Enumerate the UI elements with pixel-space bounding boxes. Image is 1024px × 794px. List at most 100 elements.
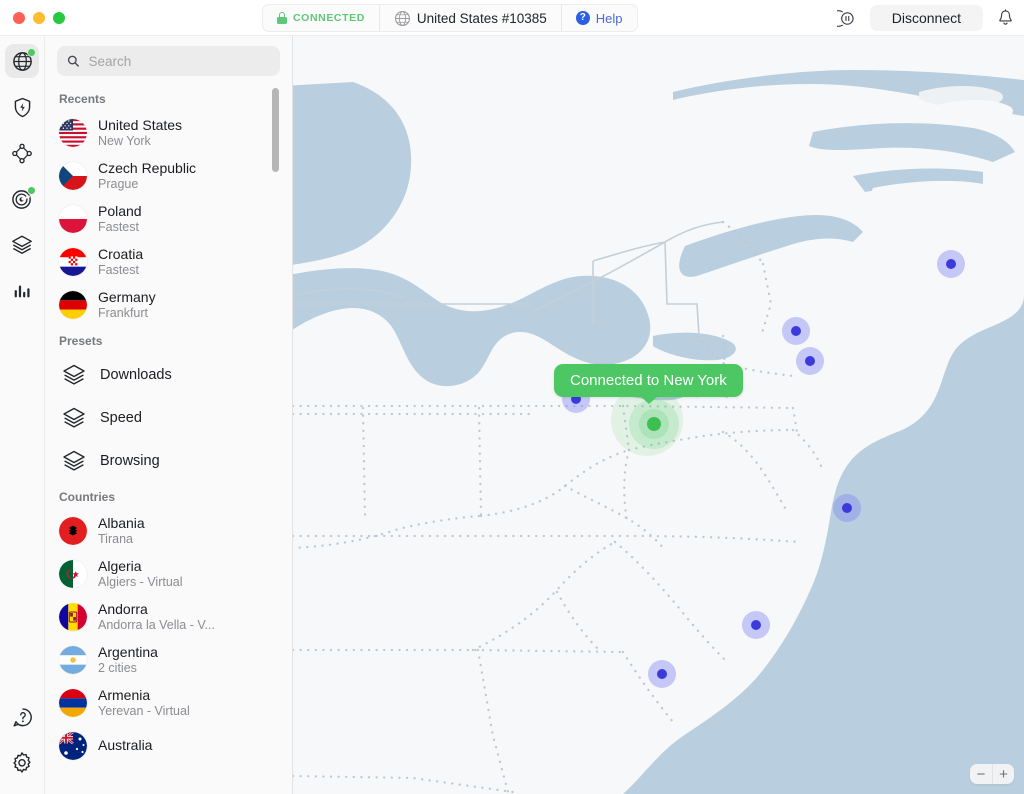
preset-label: Speed bbox=[100, 409, 142, 426]
list-item[interactable]: Croatia Fastest bbox=[45, 240, 292, 283]
city-marker[interactable] bbox=[937, 250, 965, 278]
list-item-city: 2 cities bbox=[98, 660, 137, 675]
rail-item-help[interactable] bbox=[5, 700, 39, 734]
titlebar-actions: Disconnect bbox=[836, 0, 1014, 36]
flag-al bbox=[59, 516, 87, 545]
list-item-city: New York bbox=[98, 133, 151, 148]
search-icon bbox=[67, 55, 79, 67]
search-input[interactable] bbox=[88, 53, 270, 69]
rail-item-vpn-globe[interactable] bbox=[5, 44, 39, 78]
list-item-text: Australia bbox=[98, 737, 152, 754]
map-zoom-controls: − + bbox=[970, 764, 1014, 784]
list-item-text: United States New York bbox=[98, 117, 182, 148]
pause-circle-icon[interactable] bbox=[836, 9, 856, 28]
list-item[interactable]: Australia bbox=[45, 724, 292, 767]
list-item-country: Australia bbox=[98, 736, 153, 753]
list-item[interactable]: Armenia Yerevan - Virtual bbox=[45, 681, 292, 724]
rail-item-activity[interactable] bbox=[5, 274, 39, 308]
help-segment[interactable]: ? Help bbox=[560, 5, 637, 31]
meshnet-icon bbox=[11, 143, 32, 163]
flag-dz bbox=[59, 559, 87, 588]
minimize-window-button[interactable] bbox=[33, 11, 45, 24]
list-item-text: Armenia Yerevan - Virtual bbox=[98, 687, 190, 718]
rail-item-threat-protection[interactable] bbox=[5, 90, 39, 124]
connected-dot bbox=[647, 417, 661, 431]
preset-item-downloads[interactable]: Downloads bbox=[45, 353, 292, 396]
flag-hr bbox=[59, 247, 87, 276]
list-item-country: Germany bbox=[98, 288, 156, 305]
list-item[interactable]: Albania Tirana bbox=[45, 509, 292, 552]
city-marker[interactable] bbox=[796, 347, 824, 375]
city-marker[interactable] bbox=[742, 611, 770, 639]
list-item-country: United States bbox=[98, 116, 183, 133]
list-item-text: Czech Republic Prague bbox=[98, 160, 196, 191]
flag-cz bbox=[59, 161, 87, 190]
list-item-city: Tirana bbox=[98, 531, 133, 546]
lock-icon bbox=[277, 12, 287, 24]
preset-item-browsing[interactable]: Browsing bbox=[45, 439, 292, 482]
connection-status-label: CONNECTED bbox=[293, 12, 365, 24]
list-item[interactable]: Argentina 2 cities bbox=[45, 638, 292, 681]
current-server-segment[interactable]: United States #10385 bbox=[378, 5, 561, 31]
flag-ar bbox=[59, 645, 87, 674]
list-item-text: Algeria Algiers - Virtual bbox=[98, 558, 183, 589]
list-item-text: Andorra Andorra la Vella - V... bbox=[98, 601, 215, 632]
list-item-city: Andorra la Vella - V... bbox=[98, 617, 215, 632]
search-box[interactable] bbox=[57, 46, 280, 76]
close-window-button[interactable] bbox=[13, 11, 25, 24]
list-item[interactable]: Czech Republic Prague bbox=[45, 154, 292, 197]
list-item[interactable]: United States New York bbox=[45, 111, 292, 154]
list-item-city: Prague bbox=[98, 176, 139, 191]
list-item-country: Albania bbox=[98, 514, 145, 531]
world-map[interactable]: − + bbox=[293, 36, 1024, 794]
gear-icon bbox=[13, 752, 31, 773]
bell-icon[interactable] bbox=[997, 9, 1014, 27]
server-list-panel: Recents United States New York bbox=[45, 36, 293, 794]
status-badge bbox=[27, 48, 36, 57]
section-header-recents: Recents bbox=[59, 92, 106, 106]
list-item[interactable]: Andorra Andorra la Vella - V... bbox=[45, 595, 292, 638]
preset-label: Downloads bbox=[100, 366, 172, 383]
city-marker[interactable] bbox=[833, 494, 861, 522]
disconnect-button[interactable]: Disconnect bbox=[869, 5, 983, 31]
server-list-scroll[interactable]: Recents United States New York Czech Rep… bbox=[45, 84, 292, 794]
title-bar: CONNECTED United States #10385 ? Help Di… bbox=[0, 0, 1024, 36]
sidebar-scrollbar-thumb[interactable] bbox=[272, 88, 279, 172]
status-badge bbox=[27, 186, 36, 195]
list-item-city: Yerevan - Virtual bbox=[98, 703, 190, 718]
list-item[interactable]: Poland Fastest bbox=[45, 197, 292, 240]
list-item-city: Frankfurt bbox=[98, 305, 149, 320]
current-server-label: United States #10385 bbox=[416, 10, 547, 26]
rail-item-file-share[interactable] bbox=[5, 228, 39, 262]
app-window: CONNECTED United States #10385 ? Help Di… bbox=[0, 0, 1024, 794]
zoom-in-button[interactable]: + bbox=[992, 764, 1014, 784]
section-header-countries: Countries bbox=[59, 490, 116, 504]
rail-item-settings[interactable] bbox=[5, 746, 39, 780]
list-item-city: Fastest bbox=[98, 219, 139, 234]
list-item-text: Argentina 2 cities bbox=[98, 644, 158, 675]
help-bubble-icon bbox=[12, 707, 32, 727]
window-traffic-lights bbox=[0, 11, 65, 24]
city-marker[interactable] bbox=[782, 317, 810, 345]
maximize-window-button[interactable] bbox=[53, 11, 65, 24]
shield-bolt-icon bbox=[14, 97, 30, 117]
list-item[interactable]: Algeria Algiers - Virtual bbox=[45, 552, 292, 595]
layers-icon bbox=[12, 235, 32, 254]
search-area bbox=[45, 36, 292, 80]
preset-item-speed[interactable]: Speed bbox=[45, 396, 292, 439]
rail-item-dark-web-monitor[interactable] bbox=[5, 182, 39, 216]
connection-status-segment[interactable]: CONNECTED bbox=[263, 5, 379, 31]
zoom-out-button[interactable]: − bbox=[970, 764, 992, 784]
city-marker[interactable] bbox=[648, 660, 676, 688]
list-item[interactable]: Germany Frankfurt bbox=[45, 283, 292, 326]
list-item-city: Fastest bbox=[98, 262, 139, 277]
flag-us bbox=[59, 118, 87, 147]
list-item-country: Czech Republic bbox=[98, 159, 197, 176]
question-mark-icon: ? bbox=[575, 11, 590, 25]
rail-item-meshnet[interactable] bbox=[5, 136, 39, 170]
list-item-country: Algeria bbox=[98, 557, 142, 574]
connection-status-bar: CONNECTED United States #10385 ? Help bbox=[262, 4, 638, 32]
connection-tooltip: Connected to New York bbox=[554, 364, 743, 404]
list-item-country: Andorra bbox=[98, 600, 148, 617]
list-item-country: Armenia bbox=[98, 686, 151, 703]
